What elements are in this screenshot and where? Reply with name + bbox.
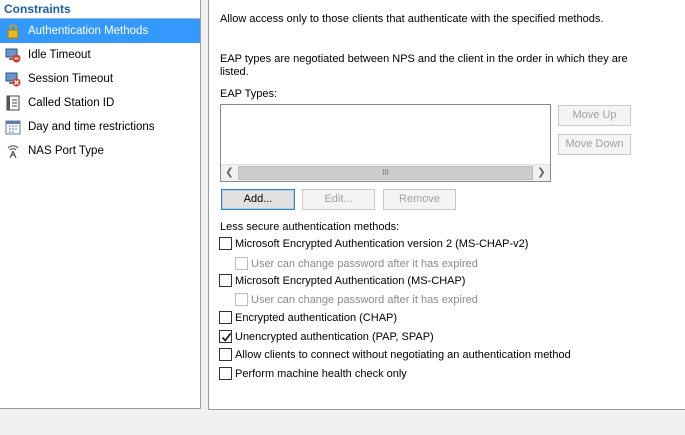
chap-checkbox[interactable] <box>219 311 232 324</box>
sidebar-item-label: Called Station ID <box>28 97 115 109</box>
sidebar-item-day-time-restrictions[interactable]: Day and time restrictions <box>0 115 200 139</box>
sidebar-item-label: Idle Timeout <box>28 49 91 61</box>
intro-text: Allow access only to those clients that … <box>220 13 604 25</box>
calendar-icon <box>5 119 21 135</box>
antenna-icon <box>5 143 21 159</box>
health-check-checkbox[interactable] <box>219 367 232 380</box>
sidebar-item-label: Day and time restrictions <box>28 121 155 133</box>
eap-types-list[interactable]: ❮ III ❯ <box>220 104 551 182</box>
checkmark-icon <box>221 332 232 342</box>
eap-list-horizontal-scrollbar[interactable]: ❮ III ❯ <box>221 164 550 181</box>
sidebar-item-authentication-methods[interactable]: Authentication Methods <box>0 19 200 43</box>
mschap-change-password-label: User can change password after it has ex… <box>251 294 478 306</box>
phone-book-icon <box>5 95 21 111</box>
less-secure-label: Less secure authentication methods: <box>220 221 400 233</box>
sidebar-item-label: Session Timeout <box>28 73 114 85</box>
lock-icon <box>5 23 21 39</box>
scroll-right-icon[interactable]: ❯ <box>533 165 550 181</box>
authentication-methods-panel: Allow access only to those clients that … <box>208 0 685 410</box>
remove-eap-button[interactable]: Remove <box>383 189 456 210</box>
no-negotiation-label: Allow clients to connect without negotia… <box>235 349 571 361</box>
sidebar-item-called-station-id[interactable]: Called Station ID <box>0 91 200 115</box>
eap-types-label: EAP Types: <box>220 88 278 100</box>
edit-eap-button[interactable]: Edit... <box>302 189 375 210</box>
pap-spap-checkbox[interactable] <box>219 330 232 343</box>
mschapv2-checkbox[interactable] <box>219 237 232 250</box>
chap-label: Encrypted authentication (CHAP) <box>235 312 398 324</box>
sidebar-item-label: Authentication Methods <box>28 25 149 37</box>
add-eap-button[interactable]: Add... <box>221 189 295 210</box>
session-timeout-icon <box>5 71 21 87</box>
eap-note-text: EAP types are negotiated between NPS and… <box>220 53 628 78</box>
sidebar-item-label: NAS Port Type <box>28 145 104 157</box>
mschapv2-change-password-label: User can change password after it has ex… <box>251 258 478 270</box>
scroll-left-icon[interactable]: ❮ <box>221 165 238 181</box>
move-down-button[interactable]: Move Down <box>558 134 631 155</box>
mschapv2-label: Microsoft Encrypted Authentication versi… <box>235 238 529 250</box>
scroll-thumb[interactable]: III <box>238 166 533 180</box>
move-up-button[interactable]: Move Up <box>558 105 631 126</box>
sidebar-item-nas-port-type[interactable]: NAS Port Type <box>0 139 200 163</box>
sidebar-item-session-timeout[interactable]: Session Timeout <box>0 67 200 91</box>
pap-spap-label: Unencrypted authentication (PAP, SPAP) <box>235 331 434 343</box>
idle-timeout-icon <box>5 47 21 63</box>
sidebar-item-idle-timeout[interactable]: Idle Timeout <box>0 43 200 67</box>
mschap-change-password-checkbox[interactable] <box>235 293 248 306</box>
mschapv2-change-password-checkbox[interactable] <box>235 257 248 270</box>
constraints-header: Constraints <box>0 0 200 19</box>
health-check-label: Perform machine health check only <box>235 368 407 380</box>
mschap-checkbox[interactable] <box>219 274 232 287</box>
constraints-pane: Constraints Authentication Methods Idle … <box>0 0 201 409</box>
no-negotiation-checkbox[interactable] <box>219 348 232 361</box>
mschap-label: Microsoft Encrypted Authentication (MS-C… <box>235 275 466 287</box>
